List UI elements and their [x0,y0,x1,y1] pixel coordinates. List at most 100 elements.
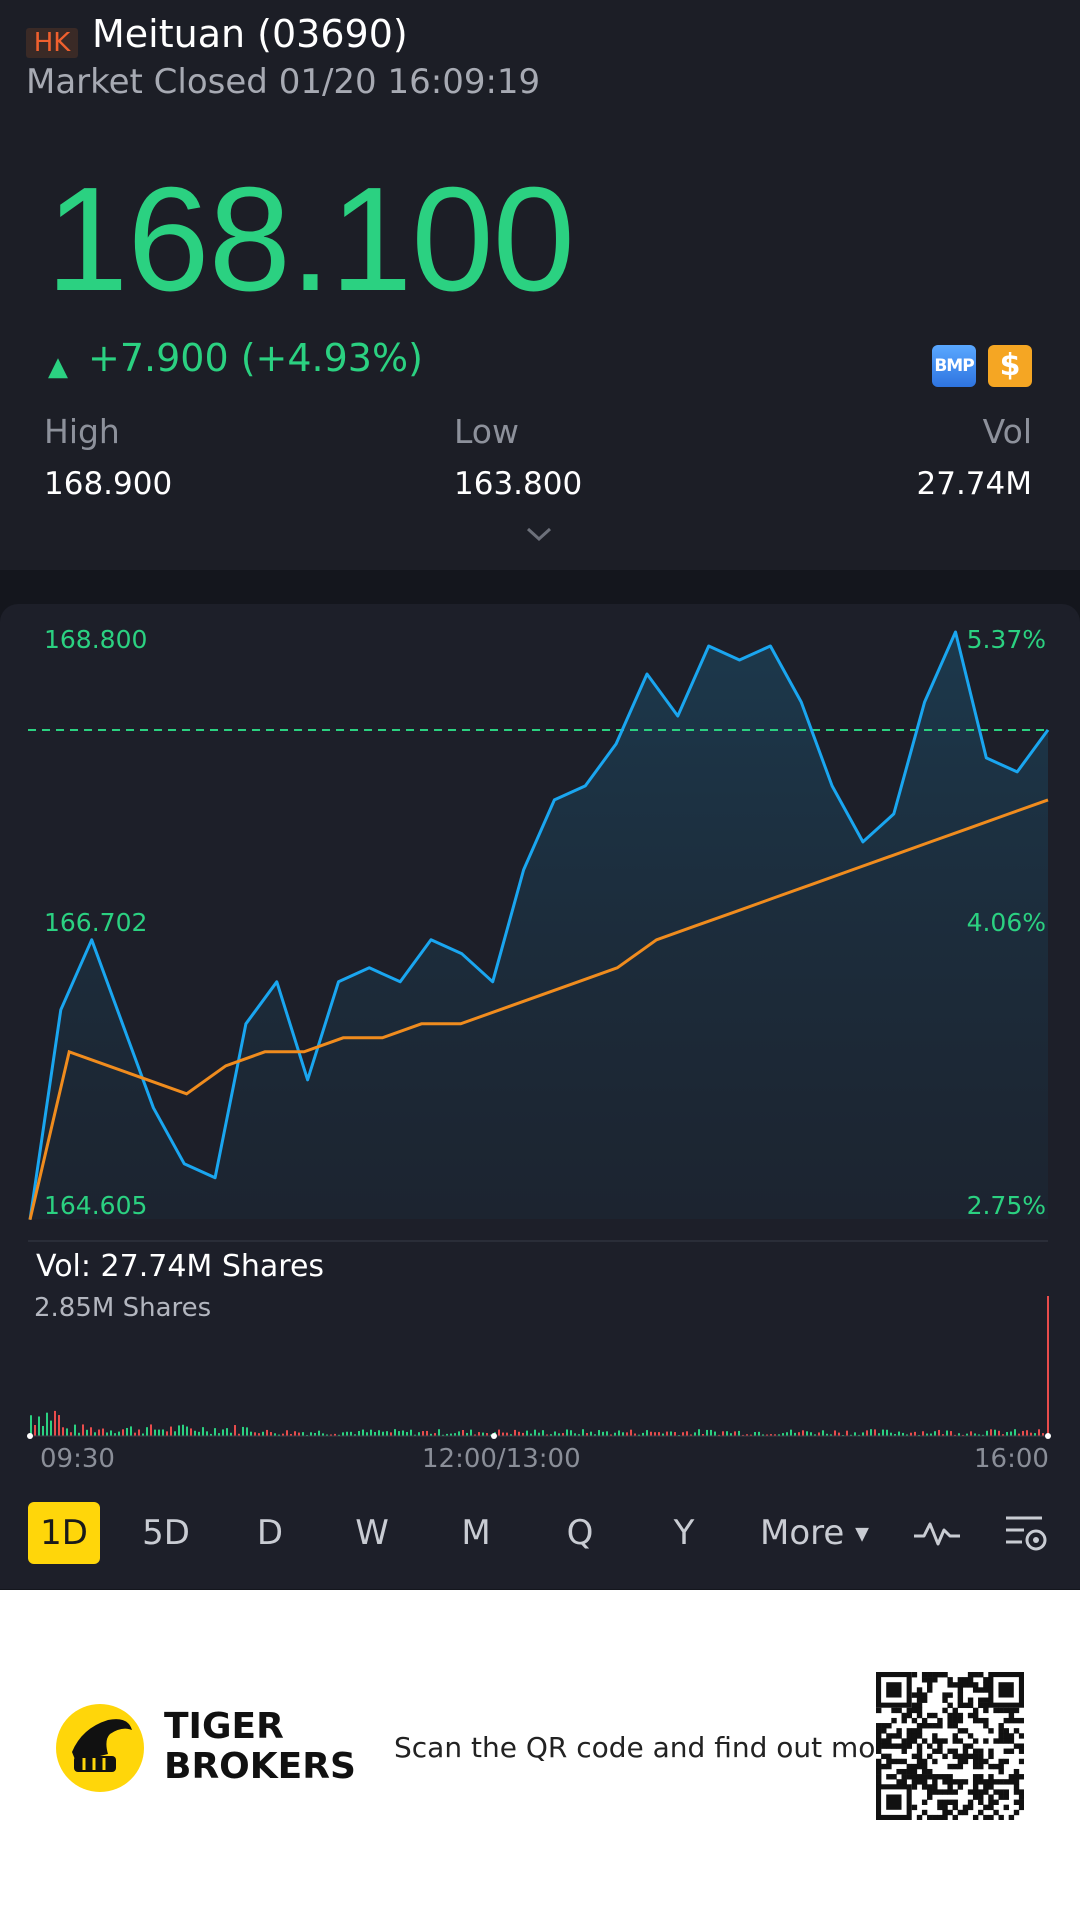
volume-bar [154,1429,156,1436]
dollar-badge-icon[interactable]: $ [988,345,1032,387]
volume-bar [802,1430,804,1436]
volume-bar [714,1431,716,1436]
volume-bar [378,1430,380,1436]
volume-bar [646,1430,648,1436]
volume-bar [922,1431,924,1436]
volume-bar [618,1430,620,1436]
volume-bar [458,1431,460,1436]
volume-bar [1014,1429,1016,1436]
volume-bar [70,1432,72,1436]
volume-bar [502,1432,504,1436]
volume-bar [806,1431,808,1436]
volume-bar [266,1429,268,1436]
volume-bar [182,1424,184,1436]
volume-bar [706,1429,708,1436]
volume-bar [226,1428,228,1436]
volume-bar [302,1432,304,1436]
volume-bar [854,1432,856,1436]
volume-bar [54,1410,56,1436]
volume-bar [286,1430,288,1436]
volume-bar [938,1429,940,1436]
tab-5d[interactable]: 5D [136,1502,196,1564]
tab-1d[interactable]: 1D [28,1502,100,1564]
volume-bar [198,1431,200,1436]
volume-bar [650,1431,652,1436]
volume-bar [654,1432,656,1436]
volume-bar [126,1427,128,1436]
intraday-chart[interactable]: 168.800 166.702 164.605 5.37% 4.06% 2.75… [0,604,1080,1454]
tab-q[interactable]: Q [556,1502,604,1564]
volume-bar [542,1430,544,1436]
volume-bar [514,1429,516,1436]
volume-bar [1047,1296,1049,1436]
volume-bar [1026,1430,1028,1436]
y-label-bottom: 164.605 [44,1191,147,1220]
volume-bar [570,1430,572,1436]
volume-bar [1022,1430,1024,1436]
volume-bar [166,1431,168,1436]
volume-bar [370,1429,372,1436]
more-dropdown[interactable]: More ▼ [760,1502,869,1566]
up-arrow-icon: ▲ [48,352,68,382]
volume-max: 2.85M Shares [34,1293,212,1323]
volume-bar [246,1427,248,1436]
volume-bar [622,1432,624,1436]
volume-bar [50,1420,52,1436]
volume-bar [406,1431,408,1436]
volume-bar [98,1429,100,1436]
tab-y[interactable]: Y [660,1502,708,1564]
volume-bar [310,1432,312,1436]
volume-bar [390,1432,392,1436]
volume-bar [606,1431,608,1436]
volume-bar [498,1429,500,1436]
volume-bar [222,1429,224,1436]
volume-bar [866,1430,868,1436]
volume-bar [374,1432,376,1436]
volume-bar [602,1431,604,1436]
tab-d[interactable]: D [246,1502,294,1564]
volume-bar [626,1432,628,1436]
low-value: 163.800 [454,466,583,502]
volume-bar [686,1431,688,1436]
volume-bar [386,1431,388,1436]
brand-line-1: TIGER [164,1706,284,1747]
volume-bar [350,1431,352,1436]
volume-bar [670,1431,672,1436]
volume-bar [66,1428,68,1436]
bmp-badge-icon[interactable]: BMP [932,345,976,387]
indicator-icon[interactable] [912,1516,962,1550]
more-label: More [760,1513,845,1553]
volume-bar [422,1431,424,1436]
volume-bar [110,1430,112,1436]
volume-bar [58,1415,60,1436]
tab-m[interactable]: M [452,1502,500,1564]
volume-bar [194,1430,196,1436]
volume-bar [506,1432,508,1436]
volume-bar [1006,1431,1008,1436]
market-badge: HK [26,28,78,58]
volume-bar [470,1429,472,1436]
vol-label: Vol [982,412,1032,451]
chevron-down-icon[interactable] [524,524,554,544]
volume-bar [418,1432,420,1436]
volume-bar [102,1428,104,1436]
volume-bar [698,1429,700,1436]
volume-bar [438,1429,440,1436]
volume-bar [666,1431,668,1436]
volume-bar [534,1429,536,1436]
volume-bar [170,1426,172,1436]
volume-bar [162,1429,164,1436]
volume-bar [554,1431,556,1436]
volume-bar [482,1432,484,1436]
stock-title: Meituan (03690) [92,12,408,56]
chart-settings-icon[interactable] [1002,1512,1050,1556]
volume-bar [202,1427,204,1436]
volume-bar [950,1431,952,1436]
volume-bar [146,1427,148,1436]
volume-bar [790,1429,792,1436]
volume-bar [518,1431,520,1436]
tab-w[interactable]: W [348,1502,396,1564]
volume-bar [846,1430,848,1436]
volume-bar [190,1428,192,1436]
volume-bar [402,1430,404,1436]
